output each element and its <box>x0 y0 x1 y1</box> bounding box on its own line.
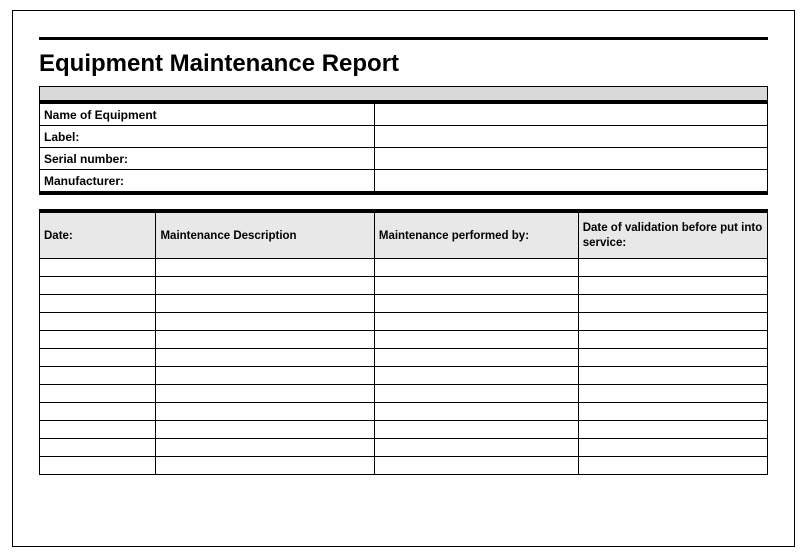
table-cell <box>374 331 578 349</box>
table-cell <box>374 295 578 313</box>
info-value <box>374 170 767 192</box>
table-cell <box>578 385 767 403</box>
info-value <box>374 148 767 170</box>
info-row: Serial number: <box>40 148 768 170</box>
table-cell <box>578 439 767 457</box>
table-cell <box>578 403 767 421</box>
table-cell <box>156 313 374 331</box>
column-header-date: Date: <box>40 213 156 259</box>
table-cell <box>40 313 156 331</box>
maintenance-log-table: Date: Maintenance Description Maintenanc… <box>39 212 768 475</box>
table-cell <box>374 439 578 457</box>
table-cell <box>578 331 767 349</box>
table-cell <box>40 421 156 439</box>
table-cell <box>374 403 578 421</box>
table-cell <box>40 403 156 421</box>
info-value <box>374 104 767 126</box>
table-cell <box>374 259 578 277</box>
table-header-row: Date: Maintenance Description Maintenanc… <box>40 213 768 259</box>
table-cell <box>578 259 767 277</box>
info-label: Label: <box>40 126 375 148</box>
table-cell <box>156 349 374 367</box>
table-cell <box>156 295 374 313</box>
info-row: Manufacturer: <box>40 170 768 192</box>
table-row <box>40 367 768 385</box>
table-cell <box>578 277 767 295</box>
table-cell <box>374 349 578 367</box>
table-cell <box>40 367 156 385</box>
title-gray-bar <box>39 86 768 100</box>
table-cell <box>374 421 578 439</box>
table-cell <box>156 457 374 475</box>
table-cell <box>374 457 578 475</box>
table-cell <box>40 295 156 313</box>
top-horizontal-rule <box>39 37 768 40</box>
table-cell <box>578 295 767 313</box>
table-cell <box>40 439 156 457</box>
column-header-validation: Date of validation before put into servi… <box>578 213 767 259</box>
table-cell <box>578 349 767 367</box>
table-row <box>40 403 768 421</box>
table-cell <box>40 385 156 403</box>
table-row <box>40 295 768 313</box>
table-cell <box>40 259 156 277</box>
table-row <box>40 277 768 295</box>
table-cell <box>156 259 374 277</box>
table-cell <box>578 421 767 439</box>
table-cell <box>156 367 374 385</box>
table-cell <box>578 457 767 475</box>
table-cell <box>40 457 156 475</box>
table-row <box>40 457 768 475</box>
equipment-info-table: Name of Equipment Label: Serial number: … <box>39 103 768 192</box>
table-cell <box>156 277 374 295</box>
info-label: Serial number: <box>40 148 375 170</box>
info-value <box>374 126 767 148</box>
table-row <box>40 331 768 349</box>
table-cell <box>156 403 374 421</box>
info-row: Name of Equipment <box>40 104 768 126</box>
table-row <box>40 439 768 457</box>
document-frame: Equipment Maintenance Report Name of Equ… <box>12 10 795 547</box>
table-cell <box>374 385 578 403</box>
table-cell <box>156 331 374 349</box>
table-cell <box>578 367 767 385</box>
info-label: Manufacturer: <box>40 170 375 192</box>
info-row: Label: <box>40 126 768 148</box>
table-row <box>40 349 768 367</box>
table-cell <box>156 385 374 403</box>
section-spacer <box>39 195 768 209</box>
table-cell <box>374 313 578 331</box>
info-label: Name of Equipment <box>40 104 375 126</box>
table-row <box>40 313 768 331</box>
table-cell <box>578 313 767 331</box>
column-header-performed-by: Maintenance performed by: <box>374 213 578 259</box>
table-cell <box>374 367 578 385</box>
table-cell <box>156 439 374 457</box>
column-header-description: Maintenance Description <box>156 213 374 259</box>
table-row <box>40 421 768 439</box>
table-row <box>40 259 768 277</box>
table-cell <box>40 349 156 367</box>
table-cell <box>40 331 156 349</box>
table-row <box>40 385 768 403</box>
table-cell <box>374 277 578 295</box>
table-cell <box>156 421 374 439</box>
table-cell <box>40 277 156 295</box>
document-title: Equipment Maintenance Report <box>39 50 768 78</box>
